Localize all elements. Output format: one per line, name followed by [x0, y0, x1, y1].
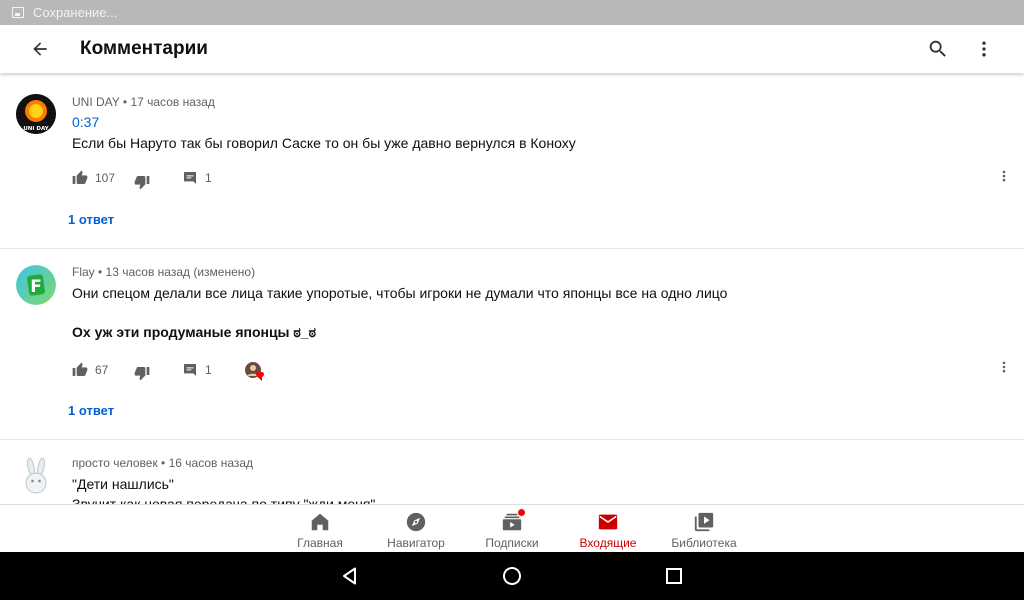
- nav-home[interactable]: Главная: [272, 505, 368, 552]
- comment-meta: UNI DAY • 17 часов назад: [72, 95, 215, 109]
- view-replies-link[interactable]: 1 ответ: [68, 212, 114, 227]
- back-button[interactable]: [20, 29, 60, 69]
- flay-logo-icon: F: [16, 265, 56, 305]
- more-options-button[interactable]: [964, 29, 1004, 69]
- comment-text: Если бы Наруто так бы говорил Саске то о…: [72, 135, 576, 151]
- inbox-icon: [598, 514, 618, 530]
- system-back-button[interactable]: [269, 552, 431, 600]
- avatar[interactable]: F: [16, 265, 56, 305]
- nav-label: Навигатор: [387, 536, 445, 550]
- comment-text: Они спецом делали все лица такие упороты…: [72, 285, 728, 301]
- svg-text:UNI DAY: UNI DAY: [23, 126, 49, 132]
- reply-count: 1: [205, 171, 212, 185]
- thumb-down-icon: [134, 176, 150, 190]
- thumb-up-icon: [72, 362, 88, 376]
- like-count: 107: [95, 171, 116, 185]
- reply-button[interactable]: 1: [182, 170, 244, 186]
- creator-heart-icon: [245, 362, 264, 381]
- triangle-back-icon: [343, 567, 356, 585]
- comment-meta: просто человек • 16 часов назад: [72, 456, 254, 470]
- comment-author[interactable]: UNI DAY: [72, 95, 120, 109]
- comment-item: UNI DAY UNI DAY • 17 часов назад 0:37 Ес…: [0, 76, 1024, 249]
- circle-home-icon: [503, 567, 521, 585]
- bottom-navigation: Главная Навигатор Подписки Входящие Библ…: [0, 504, 1024, 552]
- library-icon: [694, 512, 714, 532]
- uni-day-logo-icon: UNI DAY: [16, 94, 56, 134]
- comment-actions: 67 1: [72, 359, 264, 381]
- like-button[interactable]: 67: [72, 362, 134, 378]
- nav-label: Входящие: [579, 536, 637, 550]
- timecode-link[interactable]: 0:37: [72, 113, 99, 131]
- comment-text: Звучит как новая передача по типу "жди м…: [72, 496, 376, 504]
- dislike-button[interactable]: [134, 166, 182, 190]
- notification-dot: [518, 509, 525, 516]
- nav-label: Библиотека: [671, 536, 737, 550]
- comment-meta: Flay • 13 часов назад (изменено): [72, 265, 256, 279]
- comment-item: F Flay • 13 часов назад (изменено) Они с…: [0, 249, 1024, 440]
- comment-more-button[interactable]: [994, 166, 1014, 186]
- compass-icon: [406, 512, 426, 532]
- nav-explore[interactable]: Навигатор: [368, 505, 464, 552]
- search-button[interactable]: [918, 29, 958, 69]
- status-text: Сохранение...: [33, 5, 118, 20]
- nav-label: Подписки: [485, 536, 539, 550]
- page-title: Комментарии: [80, 38, 208, 59]
- view-replies-link[interactable]: 1 ответ: [68, 403, 114, 418]
- comment-author[interactable]: просто человек: [72, 456, 158, 470]
- reply-button[interactable]: 1: [182, 362, 244, 378]
- avatar[interactable]: UNI DAY: [16, 94, 56, 134]
- nav-inbox[interactable]: Входящие: [560, 505, 656, 552]
- more-vert-icon: [982, 41, 986, 57]
- system-navigation-bar: [0, 552, 1024, 600]
- creator-heart: [244, 361, 264, 381]
- app-bar: Комментарии: [0, 25, 1024, 73]
- status-bar: Сохранение...: [0, 0, 1024, 25]
- comment-author[interactable]: Flay: [72, 265, 95, 279]
- comment-actions: 107 1: [72, 166, 244, 190]
- comment-icon: [184, 172, 196, 184]
- home-icon: [311, 513, 329, 531]
- thumb-up-icon: [72, 170, 88, 184]
- bunny-avatar-icon: [16, 456, 56, 496]
- comment-icon: [184, 364, 196, 376]
- arrow-back-icon: [33, 42, 47, 56]
- square-recents-icon: [666, 568, 682, 584]
- avatar[interactable]: [16, 456, 56, 496]
- comment-time: 13 часов назад (изменено): [105, 265, 256, 279]
- more-vert-icon: [1002, 170, 1006, 182]
- reply-count: 1: [205, 363, 212, 377]
- system-home-button[interactable]: [431, 552, 593, 600]
- nav-subscriptions[interactable]: Подписки: [464, 505, 560, 552]
- comment-text: Ох уж эти продуманые японцы ಠ_ಠ: [72, 324, 317, 340]
- image-icon: [12, 7, 24, 18]
- dislike-button[interactable]: [134, 359, 182, 381]
- nav-library[interactable]: Библиотека: [656, 505, 752, 552]
- like-button[interactable]: 107: [72, 170, 134, 186]
- comment-time: 17 часов назад: [130, 95, 215, 109]
- comment-more-button[interactable]: [994, 357, 1014, 377]
- svg-text:F: F: [30, 277, 42, 297]
- system-recents-button[interactable]: [593, 552, 755, 600]
- comment-time: 16 часов назад: [168, 456, 254, 470]
- comments-list: UNI DAY UNI DAY • 17 часов назад 0:37 Ес…: [0, 76, 1024, 504]
- comment-item: просто человек • 16 часов назад "Дети на…: [0, 440, 1024, 504]
- more-vert-icon: [1002, 361, 1006, 373]
- like-count: 67: [95, 363, 109, 377]
- search-icon: [929, 40, 946, 57]
- thumb-down-icon: [134, 367, 150, 381]
- comment-text: "Дети нашлись": [72, 476, 174, 492]
- app-screen: Сохранение... Комментарии UNI DAY UNI DA…: [0, 0, 1024, 600]
- nav-label: Главная: [297, 536, 343, 550]
